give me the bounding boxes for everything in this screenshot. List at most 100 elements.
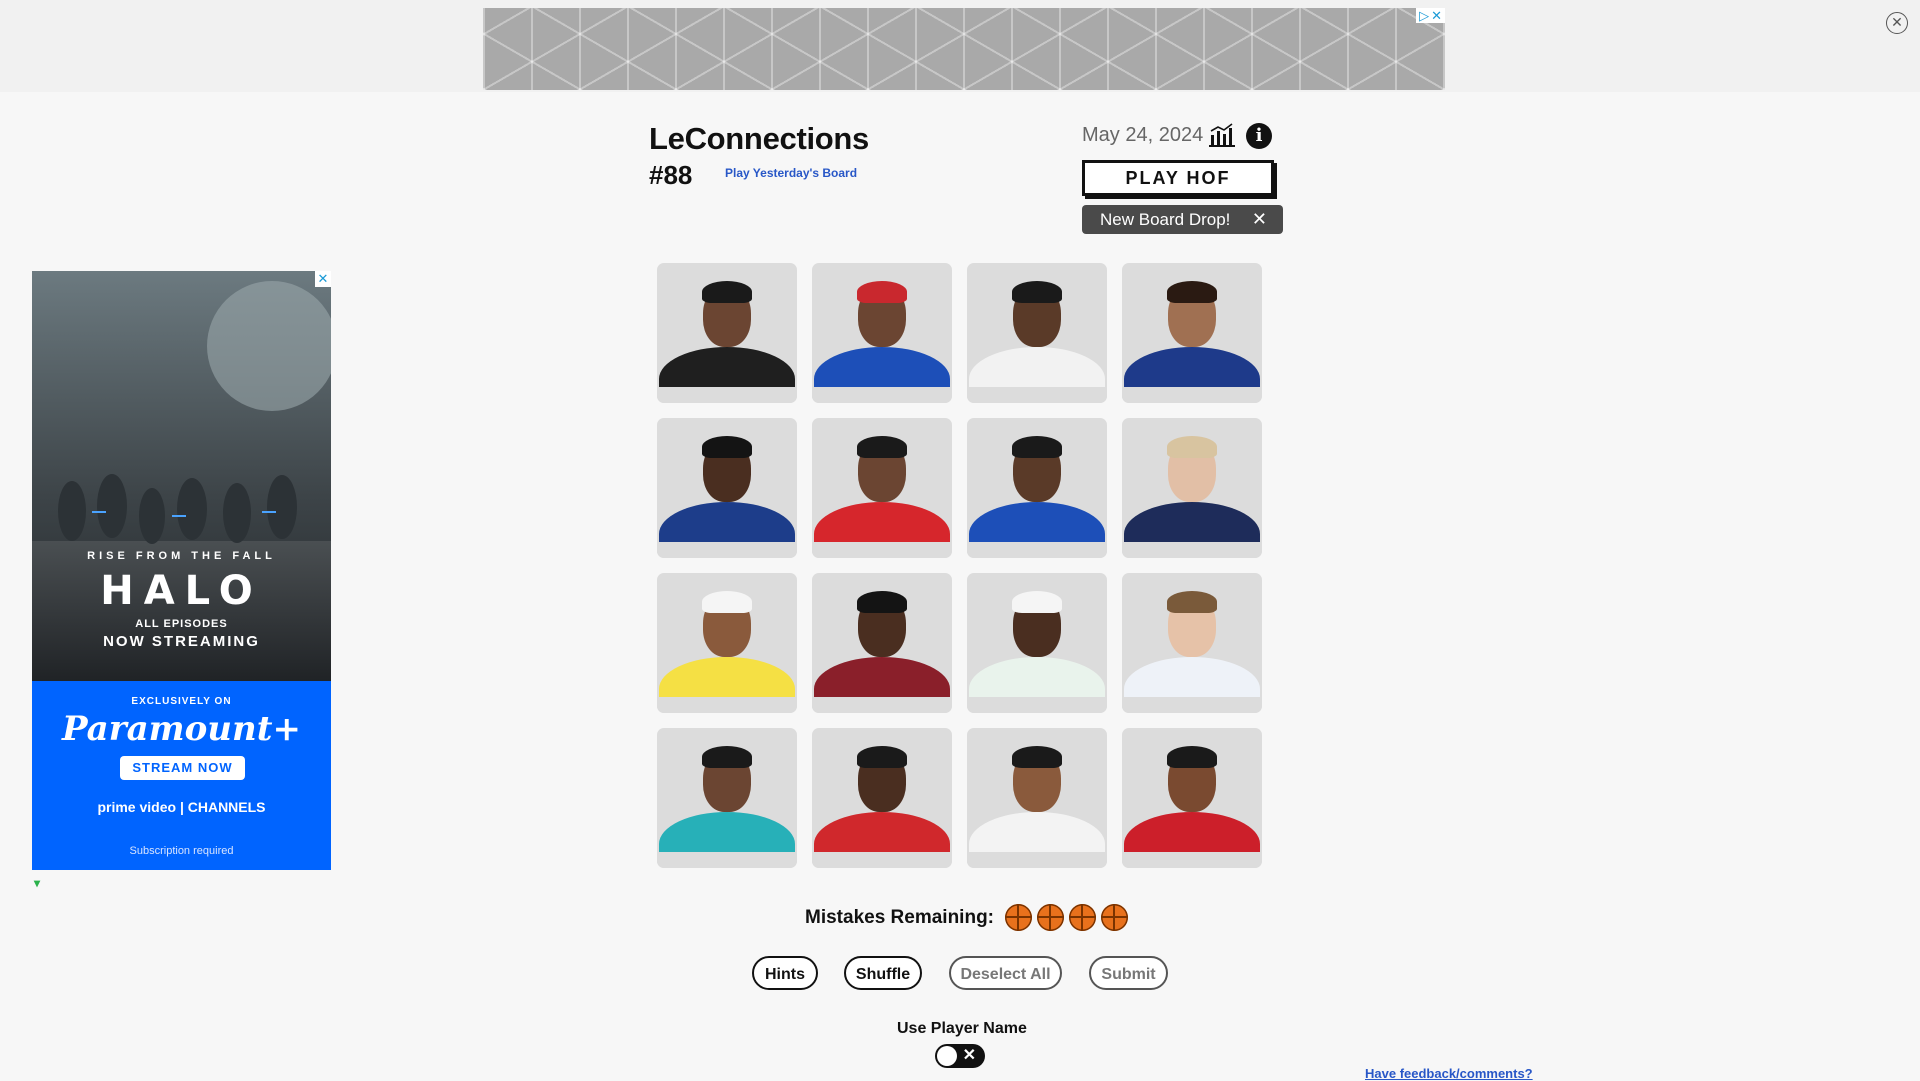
player-hair: [857, 436, 907, 458]
player-jersey: [1124, 502, 1260, 542]
info-icon[interactable]: i: [1246, 123, 1272, 149]
player-tile[interactable]: [1122, 573, 1262, 713]
toggle-knob: [937, 1046, 957, 1066]
ad-exclusive: EXCLUSIVELY ON: [131, 696, 232, 707]
player-name-toggle-label: Use Player Name: [897, 1020, 1027, 1037]
side-ad[interactable]: RISE FROM THE FALL HALO ALL EPISODES NOW…: [32, 271, 331, 870]
tile-base: [1122, 387, 1262, 403]
player-hair: [702, 591, 752, 613]
page-title: LeConnections: [649, 121, 870, 156]
toast-close-icon[interactable]: ✕: [1252, 205, 1267, 234]
basketball-icon: [1037, 904, 1064, 931]
tile-base: [967, 697, 1107, 713]
tile-base: [657, 542, 797, 558]
tile-base: [967, 387, 1107, 403]
player-jersey: [659, 812, 795, 852]
ad-scene-image: RISE FROM THE FALL HALO ALL EPISODES NOW…: [32, 271, 331, 681]
top-banner-ad[interactable]: ▷ ✕: [483, 8, 1445, 90]
ad-brand-logo: Paramount+: [62, 709, 301, 749]
ad-fine-print: Subscription required: [129, 845, 234, 857]
tile-base: [967, 542, 1107, 558]
player-jersey: [1124, 812, 1260, 852]
player-hair: [1167, 591, 1217, 613]
player-tile[interactable]: [967, 573, 1107, 713]
ad-choices-icon[interactable]: ▷: [1419, 9, 1429, 22]
player-tile[interactable]: [967, 418, 1107, 558]
player-hair: [857, 591, 907, 613]
player-tile[interactable]: [812, 573, 952, 713]
tile-base: [812, 852, 952, 868]
player-hair: [1167, 281, 1217, 303]
ad-choices[interactable]: ▷ ✕: [1416, 8, 1445, 23]
submit-button[interactable]: Submit: [1089, 956, 1168, 990]
tile-base: [812, 387, 952, 403]
tile-base: [657, 387, 797, 403]
player-tile[interactable]: [657, 418, 797, 558]
ad-stream-now-button[interactable]: STREAM NOW: [120, 756, 245, 780]
player-tile[interactable]: [1122, 263, 1262, 403]
mistake-balls: [1000, 904, 1128, 931]
mistakes-remaining: Mistakes Remaining:: [805, 904, 1128, 931]
side-ad-close-icon[interactable]: ✕: [315, 271, 331, 287]
tile-base: [1122, 852, 1262, 868]
player-jersey: [969, 502, 1105, 542]
toggle-off-icon: ✕: [962, 1047, 976, 1064]
play-yesterday-link[interactable]: Play Yesterday's Board: [725, 166, 857, 180]
stats-icon[interactable]: [1209, 123, 1237, 147]
player-jersey: [659, 657, 795, 697]
player-hair: [857, 281, 907, 303]
player-jersey: [969, 812, 1105, 852]
deselect-all-button[interactable]: Deselect All: [949, 956, 1062, 990]
player-tile[interactable]: [1122, 728, 1262, 868]
player-jersey: [969, 347, 1105, 387]
ad-tagline: RISE FROM THE FALL: [87, 550, 276, 562]
new-board-toast: New Board Drop! ✕: [1082, 205, 1283, 234]
player-hair: [1012, 436, 1062, 458]
ad-close-icon[interactable]: ✕: [1431, 9, 1442, 22]
basketball-icon: [1005, 904, 1032, 931]
player-hair: [1012, 746, 1062, 768]
player-tile[interactable]: [657, 573, 797, 713]
player-jersey: [814, 347, 950, 387]
player-tile[interactable]: [657, 263, 797, 403]
player-tile[interactable]: [812, 263, 952, 403]
player-name-toggle[interactable]: ✕: [935, 1044, 985, 1068]
ad-episodes: ALL EPISODES: [135, 618, 228, 630]
ad-now-streaming: NOW STREAMING: [103, 633, 260, 650]
tile-base: [1122, 697, 1262, 713]
tile-base: [657, 697, 797, 713]
basketball-icon: [1101, 904, 1128, 931]
ad-moon: [207, 281, 331, 411]
player-tile[interactable]: [657, 728, 797, 868]
hints-button[interactable]: Hints: [752, 956, 818, 990]
ad-logo: HALO: [100, 568, 263, 614]
player-hair: [1012, 281, 1062, 303]
tile-base: [812, 697, 952, 713]
close-ad-icon[interactable]: ✕: [1886, 12, 1908, 34]
tile-base: [657, 852, 797, 868]
player-tile[interactable]: [967, 728, 1107, 868]
player-hair: [702, 436, 752, 458]
tile-base: [967, 852, 1107, 868]
ad-network-icon[interactable]: ▾: [34, 876, 40, 890]
player-jersey: [814, 812, 950, 852]
player-hair: [1167, 746, 1217, 768]
player-jersey: [814, 502, 950, 542]
puzzle-date: May 24, 2024: [1082, 124, 1204, 146]
player-jersey: [814, 657, 950, 697]
player-hair: [702, 281, 752, 303]
play-hof-button[interactable]: PLAY HOF: [1082, 160, 1274, 196]
player-jersey: [969, 657, 1105, 697]
player-tile[interactable]: [812, 418, 952, 558]
player-jersey: [659, 502, 795, 542]
feedback-link[interactable]: Have feedback/comments?: [1365, 1066, 1533, 1081]
basketball-icon: [1069, 904, 1096, 931]
player-hair: [702, 746, 752, 768]
player-tile[interactable]: [812, 728, 952, 868]
player-jersey: [1124, 657, 1260, 697]
player-tile[interactable]: [967, 263, 1107, 403]
player-hair: [857, 746, 907, 768]
player-grid: [657, 263, 1262, 868]
shuffle-button[interactable]: Shuffle: [844, 956, 922, 990]
player-tile[interactable]: [1122, 418, 1262, 558]
